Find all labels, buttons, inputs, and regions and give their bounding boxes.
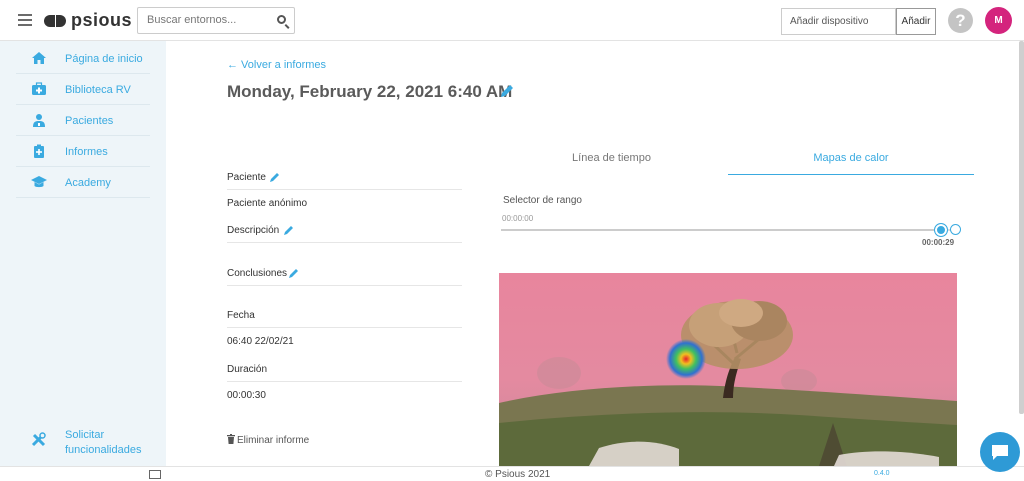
back-to-reports-link[interactable]: ← Volver a informes (227, 59, 326, 71)
request-features-link[interactable]: Solicitar funcionalidades (16, 426, 156, 458)
sidebar-item-vr-library[interactable]: Biblioteca RV (16, 74, 150, 105)
sidebar-item-label: Pacientes (65, 115, 114, 127)
user-md-icon (33, 114, 45, 127)
sidebar-item-patients[interactable]: Pacientes (16, 105, 150, 136)
tab-heatmaps[interactable]: Mapas de calor (728, 152, 974, 175)
main-content: ← Volver a informes Monday, February 22,… (166, 41, 1024, 466)
clipboard-plus-icon (34, 144, 44, 158)
edit-patient-pencil-icon[interactable] (269, 171, 281, 183)
sidebar-item-label: Biblioteca RV (65, 84, 131, 96)
search-icon[interactable] (277, 15, 286, 24)
patient-label: Paciente (227, 172, 462, 190)
delete-report-link[interactable]: Eliminar informe (227, 434, 309, 446)
range-start-time: 00:00:00 (502, 214, 534, 223)
footer: © Psious 2021 0.4.0 (0, 466, 1024, 481)
sidebar-item-label: Informes (65, 146, 108, 158)
graduation-cap-icon (31, 176, 47, 188)
heatmap-hotspot (666, 339, 706, 379)
search-input[interactable] (145, 13, 274, 27)
device-input[interactable] (788, 15, 892, 28)
logo[interactable]: psious (44, 10, 132, 31)
request-features-line1: Solicitar (65, 429, 105, 441)
medkit-icon (32, 82, 46, 95)
menu-icon[interactable] (18, 14, 32, 26)
conclusions-field: Conclusiones (227, 268, 462, 286)
add-device-button[interactable]: Añadir (896, 8, 936, 35)
range-slider-track[interactable] (501, 223, 961, 237)
conclusions-label: Conclusiones (227, 268, 462, 286)
sidebar-item-label: Página de inicio (65, 53, 143, 65)
edit-conclusions-pencil-icon[interactable] (288, 267, 300, 279)
description-field: Descripción (227, 225, 462, 243)
avatar[interactable]: M (985, 7, 1012, 34)
sidebar-item-academy[interactable]: Academy (16, 167, 150, 198)
sidebar: Página de inicio Biblioteca RV Pacientes… (0, 41, 166, 466)
duration-value: 00:00:30 (227, 390, 266, 401)
range-end-time: 00:00:29 (922, 238, 955, 247)
request-features-line2: funcionalidades (65, 444, 142, 456)
range-selector-label: Selector de rango (503, 195, 582, 206)
duration-label: Duración (227, 364, 462, 382)
edit-description-pencil-icon[interactable] (283, 224, 295, 236)
range-slider-fill (501, 229, 941, 231)
description-label: Descripción (227, 225, 462, 243)
device-box (781, 8, 896, 35)
version-label: 0.4.0 (874, 470, 890, 477)
sidebar-item-reports[interactable]: Informes (16, 136, 150, 167)
sidebar-item-label: Academy (65, 177, 111, 189)
home-icon (32, 52, 46, 64)
sidebar-item-home[interactable]: Página de inicio (16, 43, 150, 74)
patient-value: Paciente anónimo (227, 198, 308, 209)
help-icon[interactable]: ? (948, 8, 973, 33)
tools-icon (31, 432, 46, 447)
date-label: Fecha (227, 310, 462, 328)
trash-icon (227, 434, 235, 444)
top-bar: psious Añadir ? M (0, 0, 1024, 41)
date-field: Fecha 06:40 22/02/21 (227, 310, 462, 347)
date-value: 06:40 22/02/21 (227, 336, 294, 347)
page-scrollbar[interactable] (1019, 41, 1024, 414)
heatmap-image (499, 273, 957, 466)
logo-mark-icon (44, 14, 66, 27)
request-features-label: Solicitar funcionalidades (65, 428, 141, 458)
page-title: Monday, February 22, 2021 6:40 AM (227, 82, 513, 101)
range-slider-end-handle[interactable] (950, 224, 961, 235)
chat-icon (992, 445, 1008, 460)
logo-text: psious (71, 10, 133, 30)
chat-button[interactable] (980, 432, 1020, 472)
mail-icon[interactable] (149, 470, 161, 479)
tab-timeline[interactable]: Línea de tiempo (499, 152, 724, 174)
duration-field: Duración 00:00:30 (227, 364, 462, 401)
search-box (137, 7, 295, 34)
patient-field: Paciente Paciente anónimo (227, 172, 462, 209)
edit-title-pencil-icon[interactable] (499, 83, 515, 99)
copyright: © Psious 2021 (485, 469, 551, 480)
range-slider-thumb[interactable] (934, 223, 948, 237)
